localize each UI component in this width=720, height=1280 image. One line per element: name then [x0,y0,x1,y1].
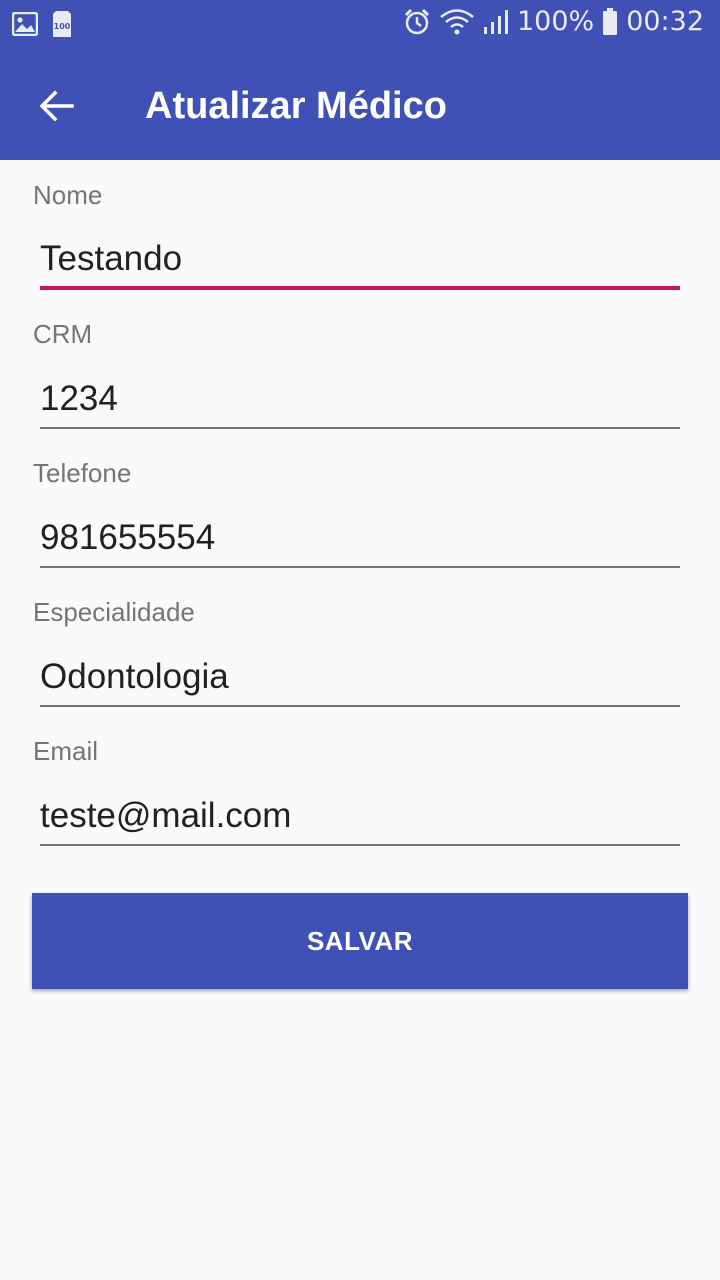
storage-icon: 100 [52,10,72,38]
app-bar: 100 100% 00:32 Atualizar Médico [0,0,720,160]
save-button[interactable]: SALVAR [32,893,688,989]
crm-input[interactable] [40,371,680,429]
especialidade-field-group: Especialidade [0,577,720,716]
battery-icon [602,7,618,36]
signal-icon [483,9,509,35]
especialidade-label: Especialidade [33,597,195,627]
nome-input[interactable] [40,232,680,290]
crm-field-group: CRM [0,299,720,438]
image-icon [12,12,38,36]
toolbar: Atualizar Médico [0,56,720,160]
wifi-icon [439,8,475,36]
page-title: Atualizar Médico [145,85,447,127]
storage-badge: 100 [54,22,71,31]
telefone-field-group: Telefone [0,438,720,577]
alarm-icon [403,8,431,36]
email-label: Email [33,736,99,766]
clock: 00:32 [626,6,704,37]
email-field-group: Email [0,716,720,855]
battery-percent: 100% [516,6,595,37]
telefone-input[interactable] [40,510,680,568]
telefone-label: Telefone [33,458,132,488]
status-bar: 100 100% 00:32 [0,0,720,50]
nome-label: Nome [33,180,103,210]
back-button[interactable] [24,76,88,140]
email-input[interactable] [40,788,680,846]
nome-field-group: Nome [0,160,720,299]
arrow-left-icon[interactable] [38,90,74,127]
especialidade-input[interactable] [40,649,680,707]
crm-label: CRM [33,319,93,349]
